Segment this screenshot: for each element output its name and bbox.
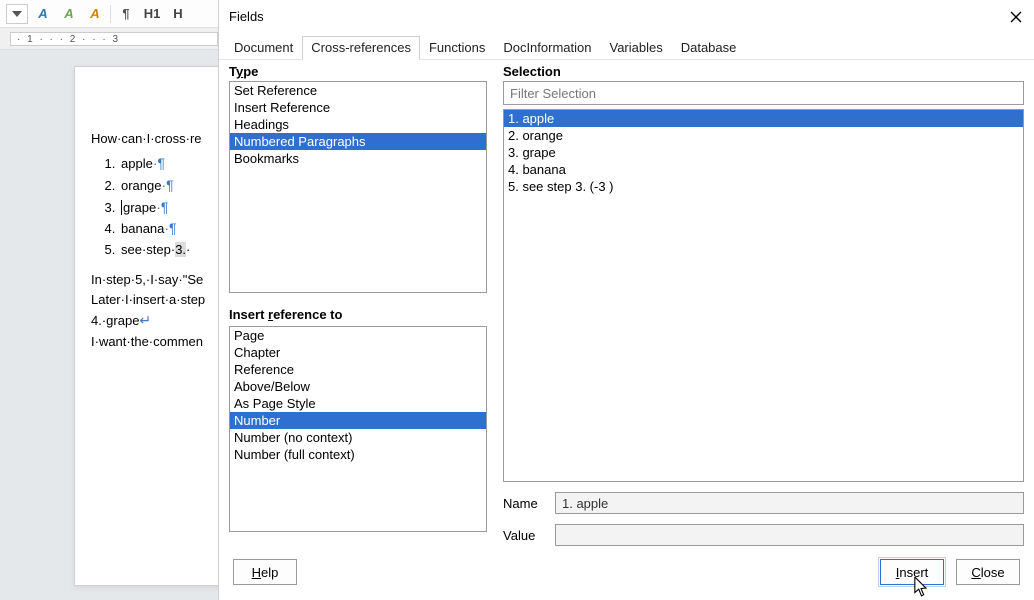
type-list-item[interactable]: Headings	[230, 116, 486, 133]
tab-cross-references[interactable]: Cross-references	[302, 36, 420, 60]
reference-list-item[interactable]: Reference	[230, 361, 486, 378]
name-label: Name	[503, 496, 547, 511]
tab-variables[interactable]: Variables	[600, 36, 671, 60]
selection-list-item[interactable]: 4. banana	[504, 161, 1023, 178]
selection-list-item[interactable]: 1. apple	[504, 110, 1023, 127]
dialog-footer: Help Insert Close	[219, 554, 1034, 590]
dialog-title-text: Fields	[229, 9, 1008, 24]
reference-list-item[interactable]: Chapter	[230, 344, 486, 361]
dialog-titlebar[interactable]: Fields	[219, 0, 1034, 34]
reference-list-item[interactable]: Above/Below	[230, 378, 486, 395]
reference-list-item[interactable]: Number (full context)	[230, 446, 486, 463]
value-field	[555, 524, 1024, 546]
toolbar-fragment: A A A ¶ H1 H	[0, 0, 220, 28]
filter-selection-input[interactable]	[503, 81, 1024, 105]
style-dropdown-arrow[interactable]	[6, 4, 28, 24]
type-listbox[interactable]: Set ReferenceInsert ReferenceHeadingsNum…	[229, 81, 487, 293]
tab-functions[interactable]: Functions	[420, 36, 494, 60]
reference-list-item[interactable]: Number (no context)	[230, 429, 486, 446]
reference-list-item[interactable]: As Page Style	[230, 395, 486, 412]
highlight-style-a1-icon[interactable]: A	[32, 3, 54, 25]
selection-list-item[interactable]: 5. see step 3. (-3 )	[504, 178, 1023, 195]
selection-list-item[interactable]: 3. grape	[504, 144, 1023, 161]
help-button[interactable]: Help	[233, 559, 297, 585]
insert-reference-to-listbox[interactable]: PageChapterReferenceAbove/BelowAs Page S…	[229, 326, 487, 532]
selection-list-item[interactable]: 2. orange	[504, 127, 1023, 144]
value-label: Value	[503, 528, 547, 543]
type-label: Type	[229, 64, 487, 79]
insert-button[interactable]: Insert	[880, 559, 944, 585]
ruler-scale: · 1 · · · 2 · · · 3	[10, 32, 218, 46]
type-list-item[interactable]: Set Reference	[230, 82, 486, 99]
tab-database[interactable]: Database	[672, 36, 746, 60]
close-button[interactable]: Close	[956, 559, 1020, 585]
insert-reference-to-label: Insert reference to	[229, 307, 487, 322]
close-icon[interactable]	[1008, 9, 1024, 25]
dialog-tabs: Document Cross-references Functions DocI…	[219, 34, 1034, 60]
ruler[interactable]: · 1 · · · 2 · · · 3	[0, 28, 220, 50]
app-background: A A A ¶ H1 H · 1 · · · 2 · · · 3 How·can…	[0, 0, 1034, 600]
fields-dialog: Fields Document Cross-references Functio…	[218, 0, 1034, 600]
type-list-item[interactable]: Numbered Paragraphs	[230, 133, 486, 150]
heading1-icon[interactable]: H1	[141, 3, 163, 25]
reference-list-item[interactable]: Number	[230, 412, 486, 429]
selection-label: Selection	[503, 64, 1024, 79]
heading2-icon[interactable]: H	[167, 3, 189, 25]
highlight-style-a3-icon[interactable]: A	[84, 3, 106, 25]
tab-docinformation[interactable]: DocInformation	[494, 36, 600, 60]
tab-document[interactable]: Document	[225, 36, 302, 60]
formatting-marks-icon[interactable]: ¶	[115, 3, 137, 25]
type-list-item[interactable]: Insert Reference	[230, 99, 486, 116]
name-field[interactable]	[555, 492, 1024, 514]
type-list-item[interactable]: Bookmarks	[230, 150, 486, 167]
highlight-style-a2-icon[interactable]: A	[58, 3, 80, 25]
reference-list-item[interactable]: Page	[230, 327, 486, 344]
selection-listbox[interactable]: 1. apple2. orange3. grape4. banana5. see…	[503, 109, 1024, 482]
